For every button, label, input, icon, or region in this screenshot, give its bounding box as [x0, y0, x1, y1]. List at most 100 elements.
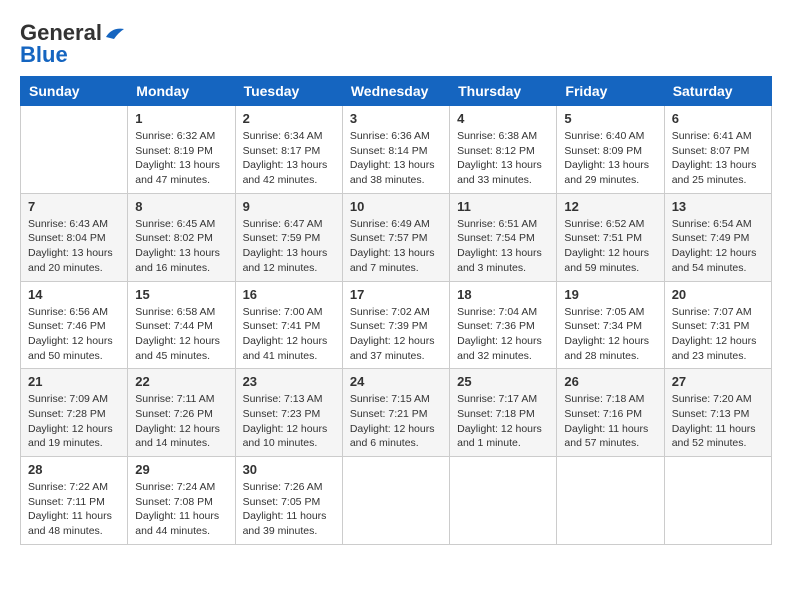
day-number: 30 [243, 462, 335, 477]
weekday-header-tuesday: Tuesday [235, 77, 342, 106]
logo: General Blue [20, 20, 126, 68]
day-number: 14 [28, 287, 120, 302]
calendar-cell: 24 Sunrise: 7:15 AM Sunset: 7:21 PM Dayli… [342, 369, 449, 457]
day-number: 27 [672, 374, 764, 389]
calendar-cell: 3Sunrise: 6:36 AM Sunset: 8:14 PM Daylig… [342, 106, 449, 194]
logo-blue: Blue [20, 42, 68, 68]
calendar-cell: 22 Sunrise: 7:11 AM Sunset: 7:26 PM Dayli… [128, 369, 235, 457]
calendar-cell [557, 457, 664, 545]
calendar-cell [21, 106, 128, 194]
day-number: 1 [135, 111, 227, 126]
day-info: Sunrise: 7:24 AM Sunset: 7:08 PM Dayligh… [135, 480, 227, 539]
day-number: 5 [564, 111, 656, 126]
day-info: Sunrise: 6:49 AM Sunset: 7:57 PM Dayligh… [350, 217, 442, 276]
calendar-cell: 8 Sunrise: 6:45 AM Sunset: 8:02 PM Daylig… [128, 193, 235, 281]
day-info: Sunrise: 6:52 AM Sunset: 7:51 PM Dayligh… [564, 217, 656, 276]
day-number: 17 [350, 287, 442, 302]
calendar-week-3: 14 Sunrise: 6:56 AM Sunset: 7:46 PM Dayli… [21, 281, 772, 369]
calendar-cell: 20 Sunrise: 7:07 AM Sunset: 7:31 PM Dayli… [664, 281, 771, 369]
day-number: 4 [457, 111, 549, 126]
calendar-header-row: SundayMondayTuesdayWednesdayThursdayFrid… [21, 77, 772, 106]
calendar-cell: 26Sunrise: 7:18 AM Sunset: 7:16 PM Dayli… [557, 369, 664, 457]
calendar-cell: 17Sunrise: 7:02 AM Sunset: 7:39 PM Dayli… [342, 281, 449, 369]
day-info: Sunrise: 7:05 AM Sunset: 7:34 PM Dayligh… [564, 305, 656, 364]
day-number: 2 [243, 111, 335, 126]
calendar-cell: 5 Sunrise: 6:40 AM Sunset: 8:09 PM Daylig… [557, 106, 664, 194]
calendar-week-4: 21 Sunrise: 7:09 AM Sunset: 7:28 PM Dayli… [21, 369, 772, 457]
calendar-cell: 7Sunrise: 6:43 AM Sunset: 8:04 PM Daylig… [21, 193, 128, 281]
calendar-week-2: 7Sunrise: 6:43 AM Sunset: 8:04 PM Daylig… [21, 193, 772, 281]
day-info: Sunrise: 7:26 AM Sunset: 7:05 PM Dayligh… [243, 480, 335, 539]
day-info: Sunrise: 7:11 AM Sunset: 7:26 PM Dayligh… [135, 392, 227, 451]
weekday-header-friday: Friday [557, 77, 664, 106]
day-info: Sunrise: 6:41 AM Sunset: 8:07 PM Dayligh… [672, 129, 764, 188]
calendar-cell: 27 Sunrise: 7:20 AM Sunset: 7:13 PM Dayli… [664, 369, 771, 457]
day-number: 18 [457, 287, 549, 302]
weekday-header-sunday: Sunday [21, 77, 128, 106]
day-number: 21 [28, 374, 120, 389]
calendar-cell: 10 Sunrise: 6:49 AM Sunset: 7:57 PM Dayli… [342, 193, 449, 281]
day-info: Sunrise: 6:54 AM Sunset: 7:49 PM Dayligh… [672, 217, 764, 276]
calendar-cell: 23Sunrise: 7:13 AM Sunset: 7:23 PM Dayli… [235, 369, 342, 457]
day-number: 28 [28, 462, 120, 477]
day-number: 22 [135, 374, 227, 389]
day-info: Sunrise: 7:00 AM Sunset: 7:41 PM Dayligh… [243, 305, 335, 364]
day-info: Sunrise: 7:20 AM Sunset: 7:13 PM Dayligh… [672, 392, 764, 451]
calendar-cell: 14 Sunrise: 6:56 AM Sunset: 7:46 PM Dayli… [21, 281, 128, 369]
day-number: 15 [135, 287, 227, 302]
weekday-header-thursday: Thursday [450, 77, 557, 106]
day-number: 26 [564, 374, 656, 389]
calendar-cell: 19Sunrise: 7:05 AM Sunset: 7:34 PM Dayli… [557, 281, 664, 369]
calendar-cell: 25 Sunrise: 7:17 AM Sunset: 7:18 PM Dayli… [450, 369, 557, 457]
calendar-cell: 6 Sunrise: 6:41 AM Sunset: 8:07 PM Daylig… [664, 106, 771, 194]
day-info: Sunrise: 7:13 AM Sunset: 7:23 PM Dayligh… [243, 392, 335, 451]
day-info: Sunrise: 6:40 AM Sunset: 8:09 PM Dayligh… [564, 129, 656, 188]
day-info: Sunrise: 6:56 AM Sunset: 7:46 PM Dayligh… [28, 305, 120, 364]
day-info: Sunrise: 6:51 AM Sunset: 7:54 PM Dayligh… [457, 217, 549, 276]
calendar-cell: 2 Sunrise: 6:34 AM Sunset: 8:17 PM Daylig… [235, 106, 342, 194]
day-number: 8 [135, 199, 227, 214]
calendar: SundayMondayTuesdayWednesdayThursdayFrid… [20, 76, 772, 545]
day-info: Sunrise: 6:38 AM Sunset: 8:12 PM Dayligh… [457, 129, 549, 188]
calendar-cell: 1 Sunrise: 6:32 AM Sunset: 8:19 PM Daylig… [128, 106, 235, 194]
day-info: Sunrise: 6:34 AM Sunset: 8:17 PM Dayligh… [243, 129, 335, 188]
day-info: Sunrise: 6:58 AM Sunset: 7:44 PM Dayligh… [135, 305, 227, 364]
day-number: 25 [457, 374, 549, 389]
day-number: 16 [243, 287, 335, 302]
calendar-cell [664, 457, 771, 545]
day-number: 6 [672, 111, 764, 126]
day-info: Sunrise: 7:09 AM Sunset: 7:28 PM Dayligh… [28, 392, 120, 451]
calendar-cell: 29 Sunrise: 7:24 AM Sunset: 7:08 PM Dayli… [128, 457, 235, 545]
day-info: Sunrise: 7:15 AM Sunset: 7:21 PM Dayligh… [350, 392, 442, 451]
page-header: General Blue [20, 20, 772, 68]
day-info: Sunrise: 6:47 AM Sunset: 7:59 PM Dayligh… [243, 217, 335, 276]
day-number: 11 [457, 199, 549, 214]
calendar-cell: 15 Sunrise: 6:58 AM Sunset: 7:44 PM Dayli… [128, 281, 235, 369]
weekday-header-saturday: Saturday [664, 77, 771, 106]
logo-bird-icon [104, 25, 126, 41]
day-number: 29 [135, 462, 227, 477]
day-number: 20 [672, 287, 764, 302]
weekday-header-monday: Monday [128, 77, 235, 106]
calendar-cell: 13Sunrise: 6:54 AM Sunset: 7:49 PM Dayli… [664, 193, 771, 281]
day-number: 12 [564, 199, 656, 214]
day-info: Sunrise: 7:22 AM Sunset: 7:11 PM Dayligh… [28, 480, 120, 539]
weekday-header-wednesday: Wednesday [342, 77, 449, 106]
calendar-cell: 12 Sunrise: 6:52 AM Sunset: 7:51 PM Dayli… [557, 193, 664, 281]
day-info: Sunrise: 7:07 AM Sunset: 7:31 PM Dayligh… [672, 305, 764, 364]
calendar-cell: 9 Sunrise: 6:47 AM Sunset: 7:59 PM Daylig… [235, 193, 342, 281]
day-number: 24 [350, 374, 442, 389]
day-info: Sunrise: 7:04 AM Sunset: 7:36 PM Dayligh… [457, 305, 549, 364]
day-info: Sunrise: 6:45 AM Sunset: 8:02 PM Dayligh… [135, 217, 227, 276]
calendar-week-5: 28 Sunrise: 7:22 AM Sunset: 7:11 PM Dayli… [21, 457, 772, 545]
calendar-cell: 4 Sunrise: 6:38 AM Sunset: 8:12 PM Daylig… [450, 106, 557, 194]
day-number: 7 [28, 199, 120, 214]
day-info: Sunrise: 7:17 AM Sunset: 7:18 PM Dayligh… [457, 392, 549, 451]
day-number: 9 [243, 199, 335, 214]
calendar-cell: 11 Sunrise: 6:51 AM Sunset: 7:54 PM Dayli… [450, 193, 557, 281]
calendar-cell: 16 Sunrise: 7:00 AM Sunset: 7:41 PM Dayli… [235, 281, 342, 369]
calendar-cell: 28 Sunrise: 7:22 AM Sunset: 7:11 PM Dayli… [21, 457, 128, 545]
calendar-cell: 18 Sunrise: 7:04 AM Sunset: 7:36 PM Dayli… [450, 281, 557, 369]
day-number: 10 [350, 199, 442, 214]
day-info: Sunrise: 6:32 AM Sunset: 8:19 PM Dayligh… [135, 129, 227, 188]
